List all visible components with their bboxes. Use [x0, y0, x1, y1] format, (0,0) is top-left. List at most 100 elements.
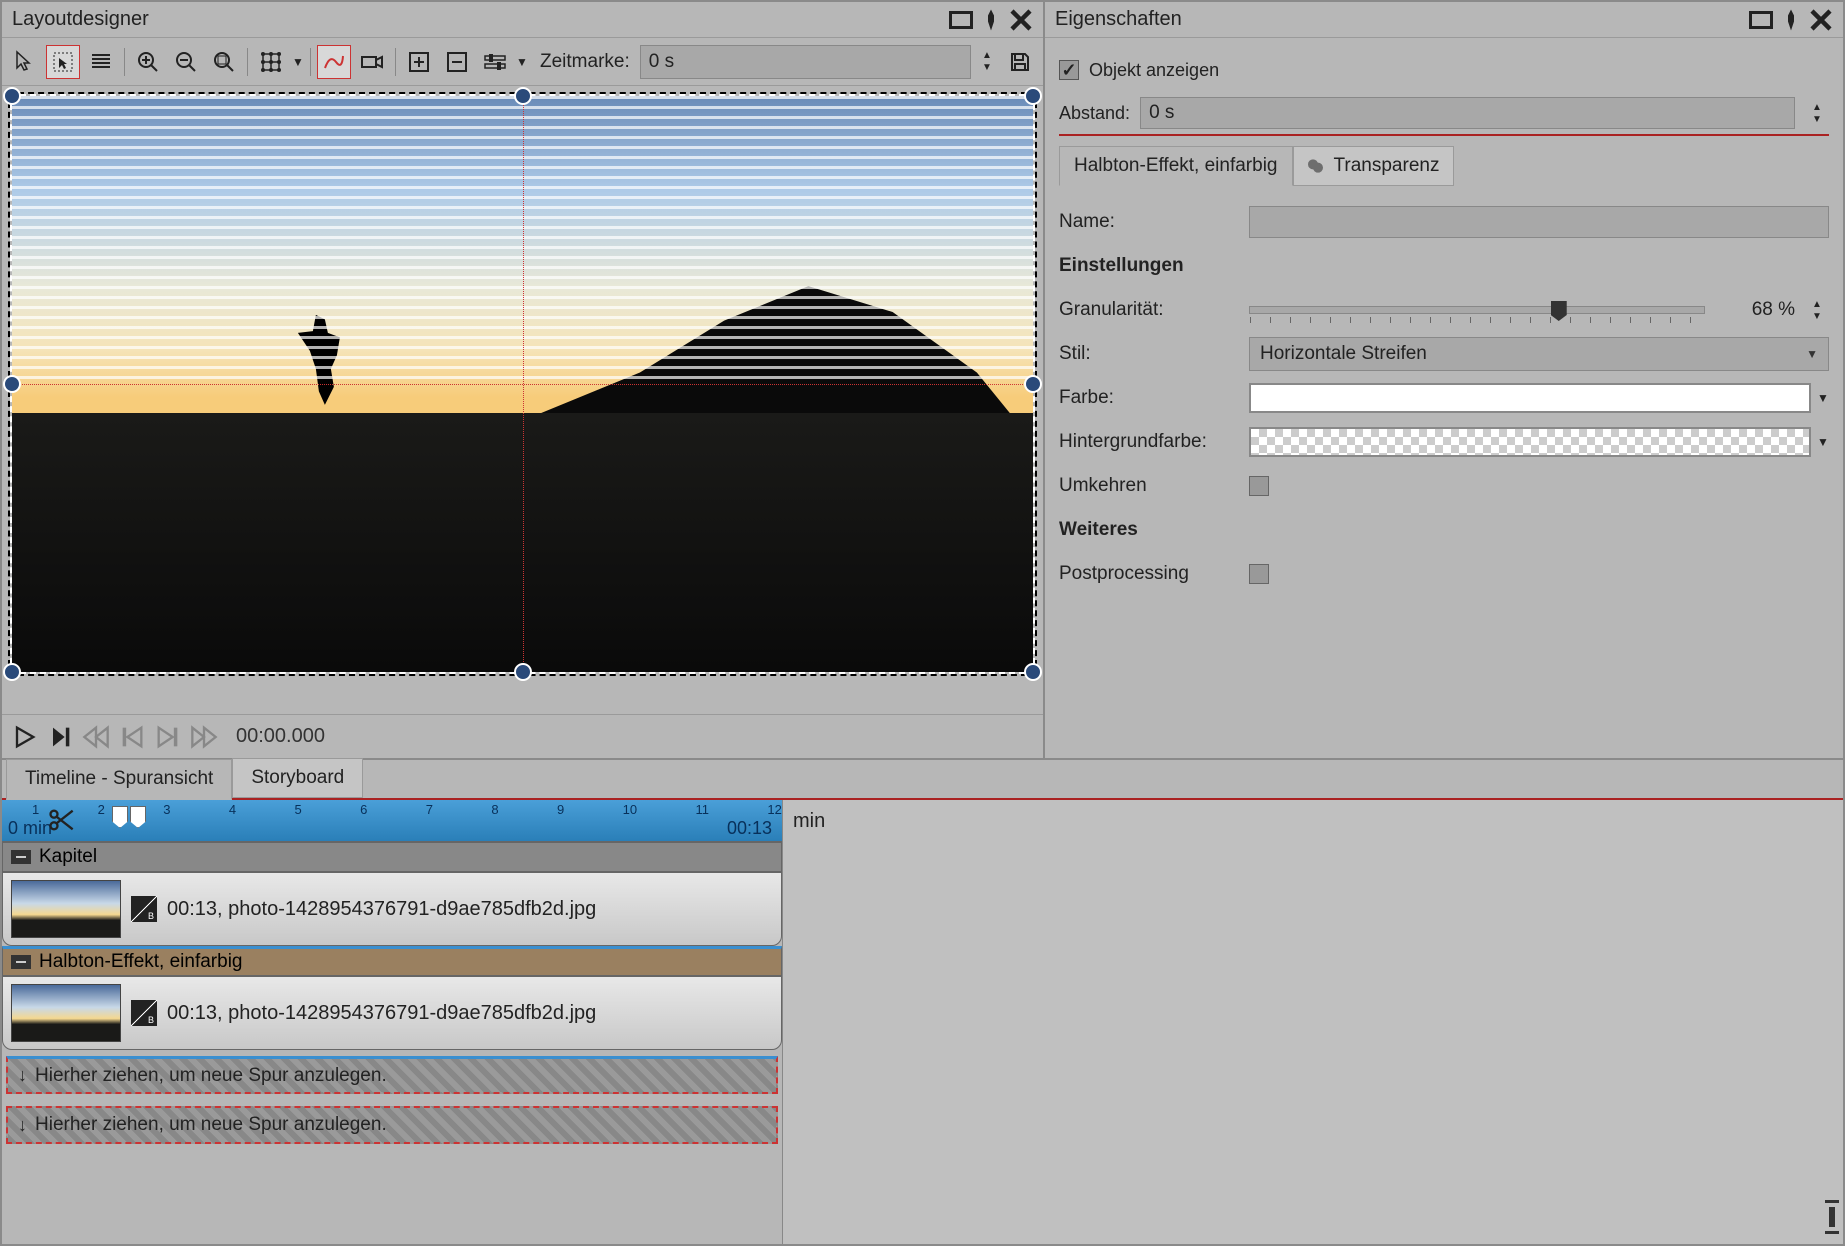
- effect-track-header[interactable]: Halbton-Effekt, einfarbig: [2, 946, 782, 976]
- timeline-right-area[interactable]: min: [782, 800, 1843, 1244]
- granularity-slider[interactable]: [1249, 306, 1705, 314]
- cursor-tool-icon[interactable]: [8, 45, 42, 79]
- scissors-icon[interactable]: [47, 806, 75, 834]
- invert-row: Umkehren: [1059, 464, 1829, 508]
- postproc-checkbox[interactable]: [1249, 564, 1269, 584]
- name-row: Name:: [1059, 200, 1829, 244]
- timeline-body: 0 min 123456789101112 00:13 Kapitel 00:1…: [2, 800, 1843, 1244]
- distance-spinner[interactable]: ▲▼: [1805, 96, 1829, 130]
- drop-zone-1[interactable]: ↓ Hierher ziehen, um neue Spur anzulegen…: [6, 1056, 778, 1094]
- clip-1[interactable]: 00:13, photo-1428954376791-d9ae785dfb2d.…: [2, 872, 782, 946]
- remove-frame-icon[interactable]: [440, 45, 474, 79]
- resize-handle-tl[interactable]: [3, 87, 21, 105]
- transition-icon[interactable]: [131, 1000, 157, 1026]
- resize-handle-tc[interactable]: [514, 87, 532, 105]
- resize-handle-bc[interactable]: [514, 663, 532, 681]
- effect-tabs: Halbton-Effekt, einfarbig Transparenz: [1059, 142, 1829, 186]
- layout-close-icon[interactable]: [1009, 8, 1033, 32]
- resize-handle-br[interactable]: [1024, 663, 1042, 681]
- timeline-ruler[interactable]: 0 min 123456789101112 00:13: [2, 800, 782, 842]
- camera-icon[interactable]: [355, 45, 389, 79]
- props-pin-icon[interactable]: [1779, 8, 1803, 32]
- grid-dropdown-icon[interactable]: ▼: [292, 55, 304, 69]
- timeline-tabs: Timeline - Spuransicht Storyboard: [2, 760, 1843, 800]
- postproc-row: Postprocessing: [1059, 552, 1829, 596]
- granularity-spinner[interactable]: ▲▼: [1805, 293, 1829, 327]
- effect-track-label: Halbton-Effekt, einfarbig: [39, 951, 243, 973]
- show-object-checkbox[interactable]: [1059, 60, 1079, 80]
- grid-icon[interactable]: [254, 45, 288, 79]
- granularity-row: Granularität: 68 % ▲▼: [1059, 288, 1829, 332]
- bgcolor-dropdown-icon[interactable]: ▼: [1817, 435, 1829, 449]
- motion-path-icon[interactable]: [317, 45, 351, 79]
- tab-transparency[interactable]: Transparenz: [1293, 146, 1455, 186]
- transition-icon[interactable]: [131, 896, 157, 922]
- prev-frame-icon[interactable]: [118, 723, 146, 751]
- save-icon[interactable]: [1003, 45, 1037, 79]
- keyframe-dropdown-icon[interactable]: ▼: [516, 55, 528, 69]
- chapter-label: Kapitel: [39, 846, 97, 868]
- props-title: Eigenschaften: [1055, 8, 1743, 31]
- distance-input[interactable]: 0 s: [1140, 97, 1795, 129]
- props-close-icon[interactable]: [1809, 8, 1833, 32]
- toolbar-separator: [310, 48, 311, 76]
- name-input[interactable]: [1249, 206, 1829, 238]
- layout-pin-icon[interactable]: [979, 8, 1003, 32]
- step-forward-icon[interactable]: [46, 723, 74, 751]
- color-label: Farbe:: [1059, 387, 1239, 409]
- range-handles-icon[interactable]: [112, 806, 146, 828]
- style-row: Stil: Horizontale Streifen: [1059, 332, 1829, 376]
- play-bar: 00:00.000: [2, 714, 1043, 758]
- keyframe-settings-icon[interactable]: [478, 45, 512, 79]
- play-icon[interactable]: [10, 723, 38, 751]
- style-select[interactable]: Horizontale Streifen: [1249, 337, 1829, 371]
- tab-timeline[interactable]: Timeline - Spuransicht: [6, 759, 232, 800]
- toolbar-separator: [395, 48, 396, 76]
- drop-zone-label: Hierher ziehen, um neue Spur anzulegen.: [35, 1114, 387, 1136]
- add-frame-icon[interactable]: [402, 45, 436, 79]
- granularity-label: Granularität:: [1059, 299, 1239, 321]
- selection-tool-icon[interactable]: [46, 45, 80, 79]
- zoom-fit-icon[interactable]: [207, 45, 241, 79]
- invert-checkbox[interactable]: [1249, 476, 1269, 496]
- props-maximize-icon[interactable]: [1749, 8, 1773, 32]
- tab-storyboard[interactable]: Storyboard: [232, 758, 363, 798]
- drop-zone-2[interactable]: ↓ Hierher ziehen, um neue Spur anzulegen…: [6, 1106, 778, 1144]
- zoom-slider[interactable]: [1823, 800, 1841, 1244]
- more-header: Weiteres: [1059, 519, 1239, 541]
- timeline-unit-label: min: [793, 810, 825, 833]
- settings-header: Einstellungen: [1059, 255, 1239, 277]
- layout-maximize-icon[interactable]: [949, 8, 973, 32]
- next-frame-icon[interactable]: [154, 723, 182, 751]
- resize-handle-tr[interactable]: [1024, 87, 1042, 105]
- color-swatch[interactable]: [1249, 383, 1811, 413]
- chapter-track-header[interactable]: Kapitel: [2, 842, 782, 872]
- timemark-input[interactable]: 0 s: [640, 45, 971, 79]
- tab-halftone-effect[interactable]: Halbton-Effekt, einfarbig: [1059, 146, 1293, 186]
- color-dropdown-icon[interactable]: ▼: [1817, 391, 1829, 405]
- list-tool-icon[interactable]: [84, 45, 118, 79]
- clip-2[interactable]: 00:13, photo-1428954376791-d9ae785dfb2d.…: [2, 976, 782, 1050]
- resize-handle-mr[interactable]: [1024, 375, 1042, 393]
- zoom-out-icon[interactable]: [169, 45, 203, 79]
- bgcolor-label: Hintergrundfarbe:: [1059, 431, 1239, 453]
- drop-zone-label: Hierher ziehen, um neue Spur anzulegen.: [35, 1065, 387, 1087]
- timemark-spinner[interactable]: ▲▼: [975, 45, 999, 79]
- fast-forward-icon[interactable]: [190, 723, 218, 751]
- canvas-frame[interactable]: [10, 94, 1035, 674]
- canvas-area[interactable]: [2, 86, 1043, 714]
- collapse-icon[interactable]: [11, 850, 31, 864]
- bgcolor-row: Hintergrundfarbe: ▼: [1059, 420, 1829, 464]
- show-object-label: Objekt anzeigen: [1089, 60, 1219, 81]
- rewind-icon[interactable]: [82, 723, 110, 751]
- toolbar-separator: [247, 48, 248, 76]
- collapse-icon[interactable]: [11, 955, 31, 969]
- bgcolor-swatch[interactable]: [1249, 427, 1811, 457]
- clip-thumbnail: [11, 880, 121, 938]
- resize-handle-ml[interactable]: [3, 375, 21, 393]
- color-row: Farbe: ▼: [1059, 376, 1829, 420]
- props-body: Objekt anzeigen Abstand: 0 s ▲▼ Halbton-…: [1045, 38, 1843, 758]
- distance-label: Abstand:: [1059, 103, 1130, 124]
- resize-handle-bl[interactable]: [3, 663, 21, 681]
- zoom-in-icon[interactable]: [131, 45, 165, 79]
